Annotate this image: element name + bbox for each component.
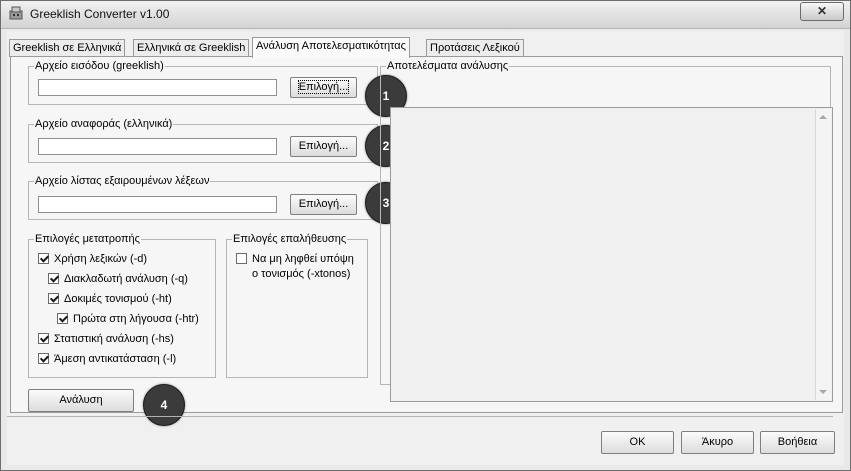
reference-file-legend: Αρχείο αναφοράς (ελληνικά) bbox=[35, 118, 173, 130]
analyze-button[interactable]: Ανάλυση bbox=[28, 389, 134, 412]
tab-dictionary-suggestions[interactable]: Προτάσεις Λεξικού bbox=[426, 39, 524, 57]
option-label: Χρήση λεξικών (-d) bbox=[54, 253, 148, 265]
checkbox-checked-icon[interactable] bbox=[48, 273, 59, 284]
option-label: Να μη ληφθεί υπόψη bbox=[252, 253, 354, 265]
ok-button[interactable]: OK bbox=[601, 431, 674, 454]
app-window: Greeklish Converter v1.00 ✕ Greeklish σε… bbox=[0, 0, 851, 471]
dialog-client-area: Greeklish σε Ελληνικά Ελληνικά σε Greekl… bbox=[7, 31, 844, 465]
exclusion-file-browse-label: Επιλογή... bbox=[298, 198, 349, 210]
tab-greek-to-greeklish[interactable]: Ελληνικά σε Greeklish bbox=[133, 39, 250, 57]
option-use-dictionaries[interactable]: Χρήση λεξικών (-d) bbox=[38, 252, 147, 267]
close-icon: ✕ bbox=[816, 4, 828, 18]
cancel-button[interactable]: Άκυρο bbox=[681, 431, 754, 454]
exclusion-file-path-field[interactable] bbox=[38, 196, 277, 213]
option-direct-replacement[interactable]: Άμεση αντικατάσταση (-l) bbox=[38, 352, 176, 367]
option-ignore-accent-line2: ο τονισμός (-xtonos) bbox=[252, 267, 350, 282]
input-file-browse-label: Επιλογή... bbox=[297, 80, 350, 94]
option-label-continued: ο τονισμός (-xtonos) bbox=[252, 268, 351, 280]
analysis-results-legend: Αποτελέσματα ανάλυσης bbox=[387, 60, 509, 72]
tab-effectiveness-analysis[interactable]: Ανάλυση Αποτελεσματικότητας bbox=[252, 37, 410, 58]
scroll-down-arrow-icon[interactable] bbox=[819, 390, 827, 394]
input-file-legend: Αρχείο εισόδου (greeklish) bbox=[35, 60, 164, 72]
input-file-path-field[interactable] bbox=[38, 79, 277, 96]
option-branching-analysis[interactable]: Διακλαδωτή ανάλυση (-q) bbox=[48, 272, 188, 287]
option-label: Άμεση αντικατάσταση (-l) bbox=[54, 353, 177, 365]
checkbox-checked-icon[interactable] bbox=[57, 313, 68, 324]
checkbox-checked-icon[interactable] bbox=[38, 333, 49, 344]
checkbox-checked-icon[interactable] bbox=[48, 293, 59, 304]
option-label: Δοκιμές τονισμού (-ht) bbox=[64, 293, 172, 305]
window-title: Greeklish Converter v1.00 bbox=[30, 7, 170, 21]
reference-file-browse-button[interactable]: Επιλογή... bbox=[290, 136, 357, 157]
input-file-browse-button[interactable]: Επιλογή... bbox=[290, 77, 357, 98]
option-statistical-analysis[interactable]: Στατιστική ανάλυση (-hs) bbox=[38, 332, 174, 347]
reference-file-path-field[interactable] bbox=[38, 138, 277, 155]
tab-greeklish-to-greek[interactable]: Greeklish σε Ελληνικά bbox=[9, 39, 126, 57]
title-bar: Greeklish Converter v1.00 ✕ bbox=[1, 1, 850, 29]
scroll-up-arrow-icon[interactable] bbox=[819, 115, 827, 119]
option-label: Διακλαδωτή ανάλυση (-q) bbox=[64, 273, 188, 285]
option-label: Πρώτα στη λήγουσα (-htr) bbox=[73, 313, 199, 325]
analysis-results-textbox[interactable] bbox=[390, 107, 833, 402]
option-label: Στατιστική ανάλυση (-hs) bbox=[54, 333, 174, 345]
converter-app-icon bbox=[9, 6, 23, 20]
option-ultimate-first[interactable]: Πρώτα στη λήγουσα (-htr) bbox=[57, 312, 199, 327]
option-accent-trials[interactable]: Δοκιμές τονισμού (-ht) bbox=[48, 292, 172, 307]
separator-line bbox=[7, 416, 833, 417]
verification-options-legend: Επιλογές επαλήθευσης bbox=[233, 233, 347, 245]
help-button[interactable]: Βοήθεια bbox=[760, 431, 835, 454]
checkbox-checked-icon[interactable] bbox=[38, 253, 49, 264]
results-vertical-scrollbar[interactable] bbox=[815, 109, 831, 400]
close-button[interactable]: ✕ bbox=[800, 2, 844, 21]
conversion-options-legend: Επιλογές μετατροπής bbox=[35, 233, 140, 245]
exclusion-file-legend: Αρχείο λίστας εξαιρουμένων λέξεων bbox=[35, 175, 210, 187]
exclusion-file-browse-button[interactable]: Επιλογή... bbox=[290, 194, 357, 215]
checkbox-checked-icon[interactable] bbox=[38, 353, 49, 364]
callout-badge-4: 4 bbox=[143, 384, 185, 426]
reference-file-browse-label: Επιλογή... bbox=[298, 140, 349, 152]
option-ignore-accent[interactable]: Να μη ληφθεί υπόψη bbox=[236, 252, 354, 267]
checkbox-unchecked-icon[interactable] bbox=[236, 253, 247, 264]
